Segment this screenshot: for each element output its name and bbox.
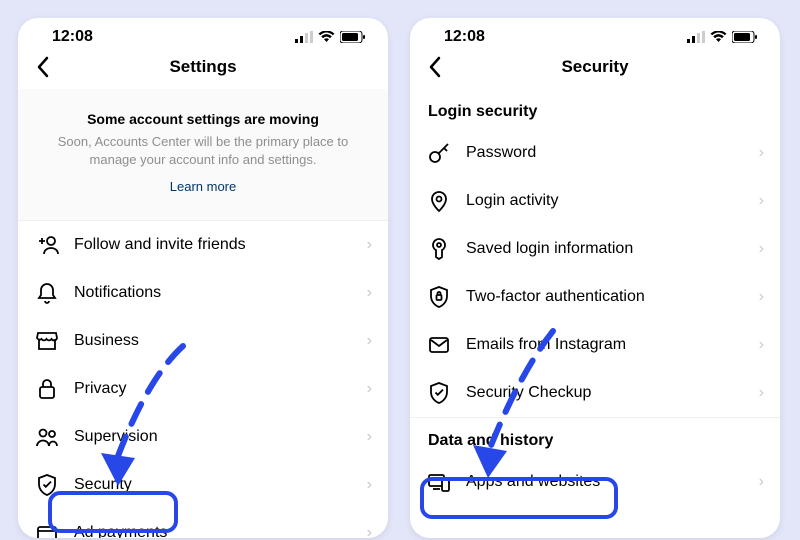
row-label: Apps and websites <box>466 473 759 491</box>
info-box-body: Soon, Accounts Center will be the primar… <box>46 133 360 169</box>
mail-icon <box>426 332 452 358</box>
page-title: Settings <box>18 57 388 77</box>
row-security-checkup[interactable]: Security Checkup › <box>410 369 780 417</box>
chevron-right-icon: › <box>367 428 372 446</box>
row-emails[interactable]: Emails from Instagram › <box>410 321 780 369</box>
chevron-right-icon: › <box>367 476 372 494</box>
battery-icon <box>340 31 366 43</box>
status-time: 12:08 <box>52 28 93 46</box>
status-bar: 12:08 <box>18 18 388 50</box>
add-person-icon <box>34 232 60 258</box>
row-notifications[interactable]: Notifications › <box>18 269 388 317</box>
back-button[interactable] <box>424 56 445 78</box>
row-label: Supervision <box>74 428 367 446</box>
info-box: Some account settings are moving Soon, A… <box>18 89 388 221</box>
chevron-right-icon: › <box>367 332 372 350</box>
row-supervision[interactable]: Supervision › <box>18 413 388 461</box>
phone-settings: 12:08 Settings Some account settings are… <box>18 18 388 538</box>
key-icon <box>426 140 452 166</box>
row-label: Security <box>74 476 367 494</box>
row-two-factor[interactable]: Two-factor authentication › <box>410 273 780 321</box>
chevron-right-icon: › <box>759 144 764 162</box>
chevron-right-icon: › <box>759 473 764 491</box>
chevron-right-icon: › <box>367 380 372 398</box>
signal-icon <box>295 31 313 43</box>
chevron-right-icon: › <box>759 192 764 210</box>
info-box-title: Some account settings are moving <box>46 111 360 127</box>
bell-icon <box>34 280 60 306</box>
status-icons <box>687 31 758 43</box>
status-time: 12:08 <box>444 28 485 46</box>
page-title: Security <box>410 57 780 77</box>
row-password[interactable]: Password › <box>410 129 780 177</box>
settings-list: Follow and invite friends › Notification… <box>18 221 388 538</box>
status-icons <box>295 31 366 43</box>
chevron-right-icon: › <box>759 384 764 402</box>
back-button[interactable] <box>32 56 53 78</box>
row-label: Notifications <box>74 284 367 302</box>
row-saved-login[interactable]: Saved login information › <box>410 225 780 273</box>
row-apps-websites[interactable]: Apps and websites › <box>410 458 780 506</box>
row-label: Ad payments <box>74 524 367 538</box>
wifi-icon <box>318 31 335 43</box>
row-login-activity[interactable]: Login activity › <box>410 177 780 225</box>
signal-icon <box>687 31 705 43</box>
location-icon <box>426 188 452 214</box>
chevron-right-icon: › <box>759 288 764 306</box>
card-icon <box>34 520 60 538</box>
data-history-list: Apps and websites › <box>410 458 780 506</box>
row-label: Two-factor authentication <box>466 288 759 306</box>
battery-icon <box>732 31 758 43</box>
row-label: Password <box>466 144 759 162</box>
nav-bar: Security <box>410 50 780 89</box>
devices-icon <box>426 469 452 495</box>
row-label: Login activity <box>466 192 759 210</box>
keyhole-icon <box>426 236 452 262</box>
row-label: Business <box>74 332 367 350</box>
chevron-right-icon: › <box>367 236 372 254</box>
row-label: Emails from Instagram <box>466 336 759 354</box>
shield-check-icon <box>34 472 60 498</box>
shop-icon <box>34 328 60 354</box>
row-label: Security Checkup <box>466 384 759 402</box>
chevron-right-icon: › <box>759 240 764 258</box>
row-label: Saved login information <box>466 240 759 258</box>
login-security-list: Password › Login activity › Saved login … <box>410 129 780 418</box>
shield-check-icon <box>426 380 452 406</box>
section-header-login-security: Login security <box>410 89 780 129</box>
row-business[interactable]: Business › <box>18 317 388 365</box>
nav-bar: Settings <box>18 50 388 89</box>
section-header-data-history: Data and history <box>410 418 780 458</box>
wifi-icon <box>710 31 727 43</box>
row-label: Privacy <box>74 380 367 398</box>
row-label: Follow and invite friends <box>74 236 367 254</box>
people-icon <box>34 424 60 450</box>
row-follow-invite[interactable]: Follow and invite friends › <box>18 221 388 269</box>
shield-lock-icon <box>426 284 452 310</box>
phone-security: 12:08 Security Login security Password ›… <box>410 18 780 538</box>
row-security[interactable]: Security › <box>18 461 388 509</box>
learn-more-link[interactable]: Learn more <box>46 179 360 194</box>
lock-icon <box>34 376 60 402</box>
chevron-right-icon: › <box>759 336 764 354</box>
chevron-right-icon: › <box>367 524 372 538</box>
chevron-right-icon: › <box>367 284 372 302</box>
row-privacy[interactable]: Privacy › <box>18 365 388 413</box>
status-bar: 12:08 <box>410 18 780 50</box>
row-ad-payments[interactable]: Ad payments › <box>18 509 388 538</box>
